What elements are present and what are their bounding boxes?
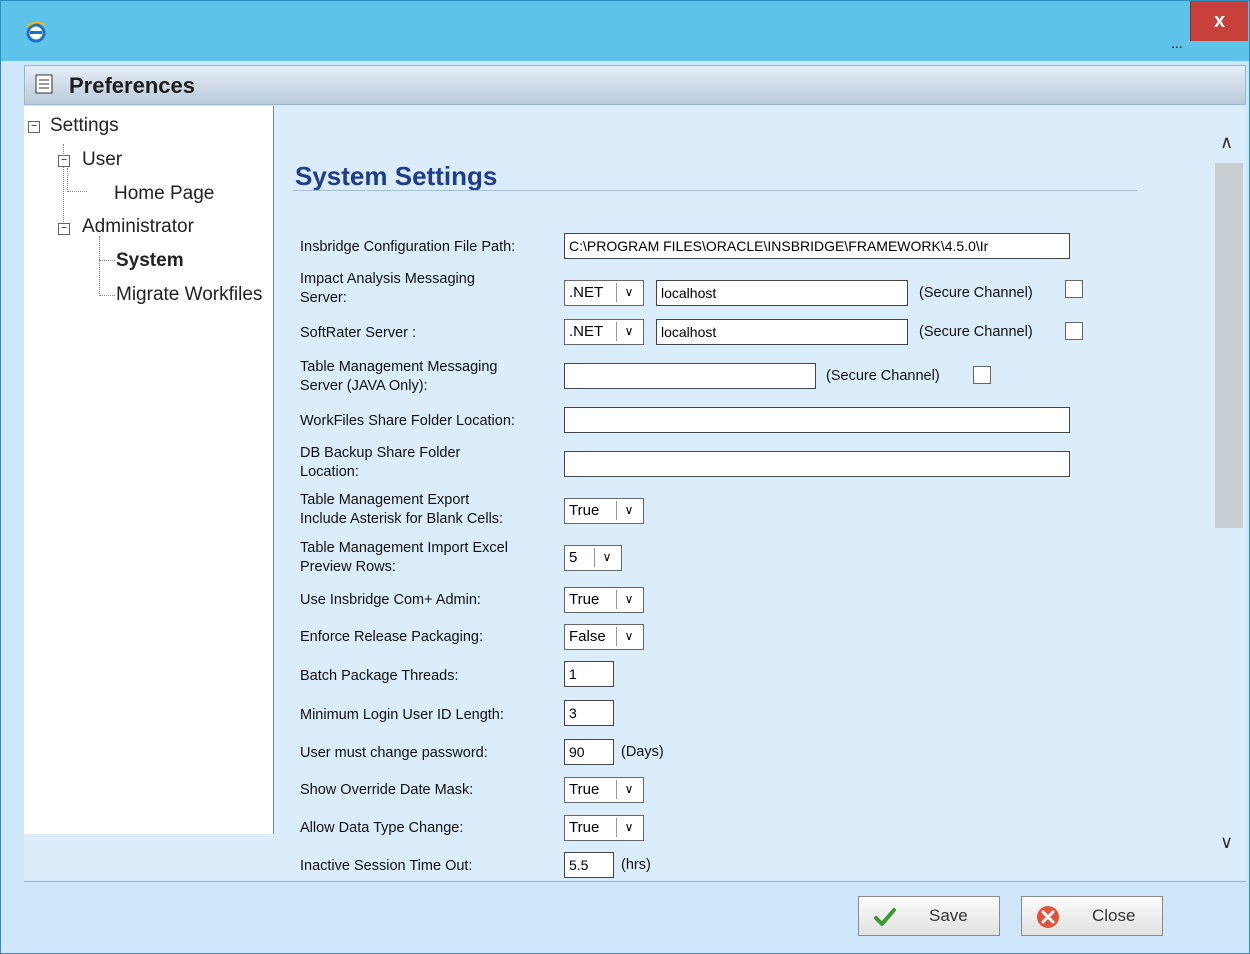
checklist-icon [35,74,53,94]
override-mask-label: Show Override Date Mask: [300,782,474,798]
collapse-settings-icon[interactable]: − [28,121,40,133]
ie-icon [25,21,47,43]
release-packaging-label: Enforce Release Packaging: [300,629,483,645]
min-login-label: Minimum Login User ID Length: [300,707,504,723]
password-change-input[interactable]: 90 [564,739,614,765]
export-asterisk-label: Table Management Export Include Asterisk … [300,492,504,527]
tree-item-settings[interactable]: Settings [50,115,119,137]
table-mgmt-secure-label: (Secure Channel) [826,368,940,384]
workfiles-label: WorkFiles Share Folder Location: [300,413,515,429]
checkmark-icon [873,905,897,929]
data-type-change-label: Allow Data Type Change: [300,820,464,836]
softrater-secure-checkbox[interactable] [1065,322,1083,340]
preferences-window: ... x Preferences − Settings − User Home… [0,0,1250,954]
password-change-unit: (Days) [621,744,664,760]
chevron-down-icon: ∨ [616,283,641,302]
import-preview-label: Table Management Import Excel Preview Row… [300,540,508,575]
session-timeout-input[interactable]: 5.5 [564,852,614,878]
table-mgmt-server-input[interactable] [564,363,816,389]
complus-label: Use Insbridge Com+ Admin: [300,592,481,608]
export-asterisk-select[interactable]: True ∨ [564,498,644,524]
scrollbar-thumb[interactable] [1215,163,1243,528]
release-packaging-select[interactable]: False ∨ [564,624,644,650]
collapse-administrator-icon[interactable]: − [58,223,70,235]
password-change-label: User must change password: [300,745,488,761]
save-button[interactable]: Save [858,896,1000,936]
chevron-down-icon: ∨ [594,548,619,567]
session-timeout-unit: (hrs) [621,857,651,873]
db-backup-input[interactable] [564,451,1070,477]
tree-item-migrate-workfiles[interactable]: Migrate Workfiles [116,284,262,306]
impact-server-input[interactable]: localhost [656,280,908,306]
table-mgmt-messaging-label: Table Management Messaging Server (JAVA O… [300,359,498,394]
table-mgmt-secure-checkbox[interactable] [973,366,991,384]
db-backup-label: DB Backup Share Folder Location: [300,445,461,480]
override-mask-select[interactable]: True ∨ [564,777,644,803]
min-login-input[interactable]: 3 [564,700,614,726]
chevron-down-icon: ∨ [616,501,641,520]
chevron-down-icon: ∨ [616,322,641,341]
scroll-up-icon[interactable]: ∧ [1220,132,1233,153]
preferences-header: Preferences [24,65,1246,105]
softrater-secure-label: (Secure Channel) [919,324,1033,340]
section-title: System Settings [295,161,498,191]
more-indicator: ... [1171,35,1183,51]
impact-analysis-label: Impact Analysis Messaging Server: [300,271,475,306]
session-timeout-label: Inactive Session Time Out: [300,858,473,874]
chevron-down-icon: ∨ [616,818,641,837]
vertical-scrollbar[interactable]: ∧ ∨ [1212,106,1246,880]
import-preview-select[interactable]: 5 ∨ [564,545,622,571]
config-path-label: Insbridge Configuration File Path: [300,239,516,255]
chevron-down-icon: ∨ [616,627,641,646]
batch-threads-label: Batch Package Threads: [300,668,459,684]
softrater-type-select[interactable]: .NET ∨ [564,319,644,345]
scroll-down-icon[interactable]: ∨ [1220,832,1233,853]
content-area: − Settings − User Home Page − Administra… [24,106,1246,880]
impact-secure-label: (Secure Channel) [919,285,1033,301]
tree-item-administrator[interactable]: Administrator [82,216,194,238]
workfiles-input[interactable] [564,407,1070,433]
softrater-server-input[interactable]: localhost [656,319,908,345]
impact-server-type-select[interactable]: .NET ∨ [564,280,644,306]
title-bar: ... x [1,1,1249,61]
settings-panel: System Settings Insbridge Configuration … [275,106,1211,880]
footer-bar: Save Close [24,881,1246,952]
complus-select[interactable]: True ∨ [564,587,644,613]
window-close-button[interactable]: x [1190,1,1248,41]
impact-secure-checkbox[interactable] [1065,280,1083,298]
section-divider [293,190,1137,191]
settings-tree: − Settings − User Home Page − Administra… [24,106,274,834]
collapse-user-icon[interactable]: − [58,155,70,167]
chevron-down-icon: ∨ [616,590,641,609]
tree-item-system[interactable]: System [116,250,184,272]
config-path-input[interactable]: C:\PROGRAM FILES\ORACLE\INSBRIDGE\FRAMEW… [564,233,1070,259]
data-type-change-select[interactable]: True ∨ [564,815,644,841]
tree-item-home-page[interactable]: Home Page [114,183,214,205]
batch-threads-input[interactable]: 1 [564,661,614,687]
chevron-down-icon: ∨ [616,780,641,799]
cancel-icon [1036,905,1060,929]
tree-item-user[interactable]: User [82,149,122,171]
softrater-label: SoftRater Server : [300,325,417,341]
page-title: Preferences [69,73,195,98]
close-button[interactable]: Close [1021,896,1163,936]
